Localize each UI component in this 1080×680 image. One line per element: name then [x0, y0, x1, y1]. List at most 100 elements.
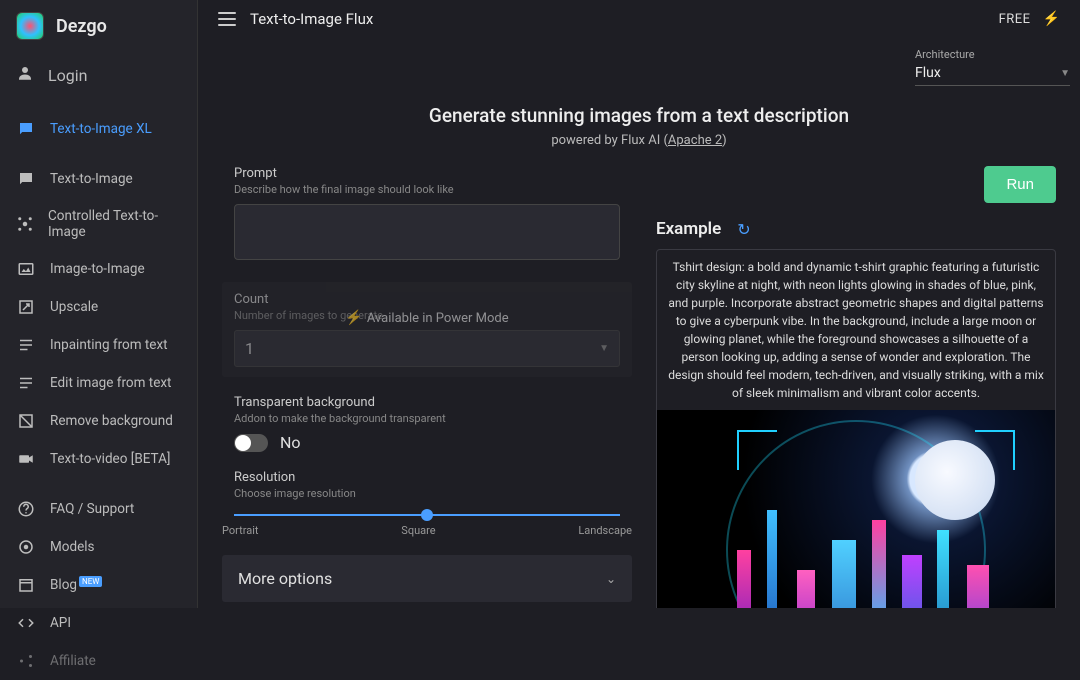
sidebar-item-inpainting[interactable]: Inpainting from text: [0, 326, 197, 364]
bolt-icon: ⚡: [345, 310, 362, 326]
architecture-value: Flux: [915, 65, 941, 81]
node-icon: [16, 215, 34, 233]
resolution-slider[interactable]: [234, 514, 620, 516]
sidebar-item-upscale[interactable]: Upscale: [0, 288, 197, 326]
count-section: Count Number of images to generate ⚡ Ava…: [222, 282, 632, 377]
topbar: Text-to-Image Flux FREE ⚡: [198, 0, 1080, 38]
power-mode-notice: ⚡ Available in Power Mode: [345, 310, 508, 326]
sidebar-item-faq[interactable]: FAQ / Support: [0, 490, 197, 528]
prompt-label: Prompt: [234, 166, 620, 181]
count-label: Count: [234, 292, 620, 307]
sidebar-item-edit-image[interactable]: Edit image from text: [0, 364, 197, 402]
chevron-down-icon: ▼: [599, 343, 609, 354]
transparent-hint: Addon to make the background transparent: [234, 412, 620, 425]
sidebar: Dezgo Login Text-to-Image XL Text-to-Ima…: [0, 0, 198, 608]
count-value: 1: [245, 339, 254, 358]
upscale-icon: [16, 298, 36, 316]
prompt-input[interactable]: [234, 204, 620, 260]
login-button[interactable]: Login: [0, 52, 197, 98]
edit-icon: [16, 374, 36, 392]
logo-row[interactable]: Dezgo: [0, 0, 197, 52]
run-button[interactable]: Run: [984, 166, 1056, 203]
code-icon: [16, 614, 36, 632]
logo-icon: [16, 12, 44, 40]
sidebar-item-affiliate[interactable]: Affiliate: [0, 642, 197, 680]
prompt-hint: Describe how the final image should look…: [234, 183, 620, 196]
hero: Generate stunning images from a text des…: [222, 104, 1056, 148]
resolution-section: Resolution Choose image resolution Portr…: [222, 470, 632, 537]
prompt-section: Prompt Describe how the final image shou…: [222, 166, 632, 264]
hero-subtitle: powered by Flux AI (Apache 2): [222, 133, 1056, 148]
architecture-select[interactable]: Architecture Flux ▼: [915, 48, 1070, 86]
page-title: Text-to-Image Flux: [250, 10, 373, 28]
transparent-section: Transparent background Addon to make the…: [222, 395, 632, 452]
sidebar-item-remove-bg[interactable]: Remove background: [0, 402, 197, 440]
sidebar-item-label: Inpainting from text: [50, 337, 168, 353]
remove-bg-icon: [16, 412, 36, 430]
new-badge: NEW: [79, 576, 102, 587]
count-select[interactable]: 1 ▼: [234, 330, 620, 367]
transparent-state: No: [280, 433, 301, 452]
chat-icon: [16, 120, 36, 138]
more-options-label: More options: [238, 569, 332, 588]
transparent-label: Transparent background: [234, 395, 620, 410]
resolution-label: Resolution: [234, 470, 620, 485]
example-card: Tshirt design: a bold and dynamic t-shir…: [656, 249, 1056, 608]
login-label: Login: [48, 66, 87, 85]
sidebar-item-blog[interactable]: BlogNEW: [0, 566, 197, 604]
slider-thumb-icon[interactable]: [421, 509, 433, 521]
help-icon: [16, 500, 36, 518]
sidebar-item-label: Models: [50, 539, 95, 555]
sidebar-item-label: Controlled Text-to-Image: [48, 208, 181, 240]
sidebar-item-label: Edit image from text: [50, 375, 171, 391]
hero-title: Generate stunning images from a text des…: [222, 104, 1056, 127]
example-prompt-text: Tshirt design: a bold and dynamic t-shir…: [657, 250, 1055, 410]
refresh-icon[interactable]: ↻: [737, 220, 750, 239]
image-icon: [16, 260, 36, 278]
license-link[interactable]: Apache 2: [668, 133, 722, 148]
sidebar-item-label: Text-to-video [BETA]: [50, 451, 170, 467]
slider-tick-portrait: Portrait: [222, 524, 259, 537]
chevron-down-icon: ⌄: [606, 572, 616, 586]
sidebar-item-label: FAQ / Support: [50, 501, 134, 517]
sidebar-item-label: Text-to-Image XL: [50, 121, 152, 137]
example-title: Example: [656, 219, 721, 239]
form-column: Prompt Describe how the final image shou…: [222, 166, 632, 608]
content: Architecture Flux ▼ Generate stunning im…: [198, 38, 1080, 608]
sidebar-item-api[interactable]: API: [0, 604, 197, 642]
bolt-icon[interactable]: ⚡: [1043, 11, 1060, 27]
sidebar-item-text-to-image-xl[interactable]: Text-to-Image XL: [0, 110, 197, 148]
sidebar-item-label: Upscale: [50, 299, 98, 315]
calendar-icon: [16, 576, 36, 594]
list-icon: [16, 336, 36, 354]
slider-tick-landscape: Landscape: [578, 524, 632, 537]
sidebar-item-label: Blog: [50, 577, 77, 593]
plan-label: FREE: [999, 12, 1031, 27]
account-icon: [16, 64, 34, 86]
sidebar-item-controlled[interactable]: Controlled Text-to-Image: [0, 198, 197, 250]
sidebar-item-label: Remove background: [50, 413, 173, 429]
sidebar-item-text-to-image[interactable]: Text-to-Image: [0, 160, 197, 198]
example-image: [657, 410, 1055, 608]
sidebar-item-label: API: [50, 615, 71, 631]
transparent-toggle[interactable]: [234, 434, 268, 452]
chevron-down-icon: ▼: [1060, 68, 1070, 79]
sidebar-item-label: Affiliate: [50, 653, 96, 669]
sidebar-item-label: Text-to-Image: [50, 171, 133, 187]
share-icon: [16, 652, 36, 670]
models-icon: [16, 538, 36, 556]
architecture-label: Architecture: [915, 48, 1070, 61]
brand-name: Dezgo: [56, 16, 107, 37]
slider-tick-square: Square: [401, 524, 435, 537]
video-icon: [16, 450, 36, 468]
chat-icon: [16, 170, 36, 188]
menu-icon[interactable]: [218, 12, 236, 26]
sidebar-item-models[interactable]: Models: [0, 528, 197, 566]
more-options-accordion[interactable]: More options ⌄: [222, 555, 632, 602]
sidebar-item-text-to-video[interactable]: Text-to-video [BETA]: [0, 440, 197, 478]
resolution-hint: Choose image resolution: [234, 487, 620, 500]
sidebar-item-label: Image-to-Image: [50, 261, 145, 277]
output-column: Run Example ↻ Tshirt design: a bold and …: [656, 166, 1056, 608]
main: Text-to-Image Flux FREE ⚡ Architecture F…: [198, 0, 1080, 608]
sidebar-item-image-to-image[interactable]: Image-to-Image: [0, 250, 197, 288]
